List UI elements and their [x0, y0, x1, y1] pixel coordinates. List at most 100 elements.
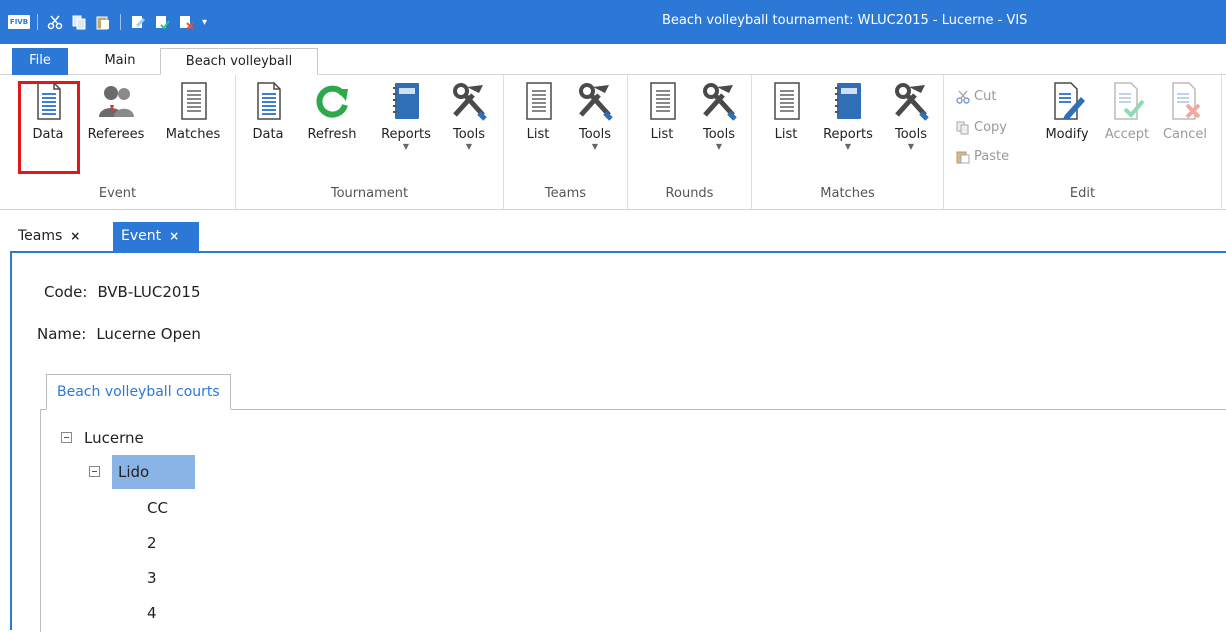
chevron-down-icon: ▼: [591, 142, 599, 151]
chevron-down-icon: ▼: [844, 142, 852, 151]
teams-tools-label: Tools: [578, 127, 612, 142]
group-rounds: List Tools ▼ Rounds: [628, 75, 752, 210]
window-title: Beach volleyball tournament: WLUC2015 - …: [662, 13, 1028, 28]
matches-reports-button[interactable]: Reports ▼: [816, 81, 880, 151]
cut-icon[interactable]: [45, 12, 65, 32]
tree-node-label: Lido: [112, 455, 196, 489]
tab-beach-volleyball-courts[interactable]: Beach volleyball courts: [46, 374, 231, 410]
name-value[interactable]: Lucerne Open: [96, 325, 201, 343]
tree-node-lido[interactable]: Lido: [89, 455, 196, 489]
cut-button[interactable]: Cut: [956, 89, 996, 104]
rounds-list-button[interactable]: List: [640, 81, 684, 143]
modify-icon: [1047, 81, 1087, 121]
modify-label: Modify: [1045, 127, 1089, 142]
data-button-highlight: [18, 81, 80, 174]
tree-node-court[interactable]: 4: [147, 596, 157, 630]
accept-icon[interactable]: [152, 12, 172, 32]
paste-label: Paste: [974, 149, 1010, 164]
tools-icon: [575, 81, 615, 121]
paste-icon: [956, 150, 970, 164]
tournament-data-button[interactable]: Data: [246, 81, 290, 143]
tree-node-label: 4: [147, 604, 157, 622]
refresh-button[interactable]: Refresh: [302, 81, 362, 143]
event-document: Code: BVB-LUC2015 Name: Lucerne Open Beach…: [10, 251, 1226, 632]
code-field: Code: BVB-LUC2015: [44, 283, 201, 301]
copy-label: Copy: [974, 120, 1007, 135]
matches-reports-label: Reports: [823, 127, 873, 142]
group-edit: Cut Copy Paste Modify Accept Cancel Edit: [944, 75, 1222, 210]
close-icon[interactable]: ×: [70, 229, 80, 243]
tree-node-court[interactable]: 3: [147, 561, 157, 595]
group-event: Data Referees Matches Event: [0, 75, 236, 210]
document-tabs: Teams × Event ×: [0, 219, 1226, 251]
referees-button[interactable]: Referees: [84, 81, 148, 143]
teams-list-button[interactable]: List: [516, 81, 560, 143]
tree-node-court[interactable]: CC: [147, 491, 168, 525]
title-bar: FIVB ▾ Beach volleyball tournament: WLUC…: [0, 0, 1226, 44]
accept-button[interactable]: Accept: [1100, 81, 1154, 143]
matches-list-button[interactable]: List: [764, 81, 808, 143]
accept-label: Accept: [1104, 127, 1150, 142]
doc-tab-teams[interactable]: Teams ×: [10, 222, 86, 251]
accept-icon: [1107, 81, 1147, 121]
tab-main[interactable]: Main: [88, 48, 152, 75]
chevron-down-icon: ▼: [465, 142, 473, 151]
tournament-reports-button[interactable]: Reports ▼: [374, 81, 438, 151]
courts-tree: Lucerne Lido CC 2 3 4: [40, 409, 1226, 632]
list-document-icon: [173, 81, 213, 121]
collapse-icon[interactable]: [61, 432, 72, 443]
tournament-tools-button[interactable]: Tools ▼: [444, 81, 494, 151]
tree-node-label: 3: [147, 569, 157, 587]
doc-tab-event[interactable]: Event ×: [113, 222, 199, 251]
doc-tab-event-label: Event: [121, 228, 162, 244]
cut-label: Cut: [974, 89, 997, 104]
cancel-button[interactable]: Cancel: [1158, 81, 1212, 143]
tab-beach-volleyball[interactable]: Beach volleyball: [160, 48, 318, 75]
rounds-tools-label: Tools: [702, 127, 736, 142]
group-label-tournament: Tournament: [330, 186, 409, 201]
matches-list-label: List: [774, 127, 798, 142]
referees-label: Referees: [87, 127, 145, 142]
event-matches-label: Matches: [165, 127, 221, 142]
paste-icon[interactable]: [93, 12, 113, 32]
code-value[interactable]: BVB-LUC2015: [97, 283, 200, 301]
ribbon-tab-row: File Main Beach volleyball: [0, 44, 1226, 75]
group-teams: List Tools ▼ Teams: [504, 75, 628, 210]
tournament-tools-label: Tools: [452, 127, 486, 142]
tools-icon: [699, 81, 739, 121]
cancel-icon: [1165, 81, 1205, 121]
reports-icon: [828, 81, 868, 121]
event-matches-button[interactable]: Matches: [160, 81, 226, 143]
group-label-event: Event: [98, 186, 137, 201]
qat-dropdown-icon[interactable]: ▾: [202, 17, 207, 28]
chevron-down-icon: ▼: [907, 142, 915, 151]
copy-icon[interactable]: [69, 12, 89, 32]
doc-tab-teams-label: Teams: [18, 228, 63, 244]
collapse-icon[interactable]: [89, 466, 100, 477]
tab-file[interactable]: File: [12, 48, 68, 75]
app-logo: FIVB: [8, 15, 30, 29]
refresh-icon: [312, 81, 352, 121]
tree-node-court[interactable]: 2: [147, 526, 157, 560]
inner-tab-strip: Beach volleyball courts: [40, 370, 1226, 410]
name-field: Name: Lucerne Open: [37, 325, 201, 343]
refresh-label: Refresh: [307, 127, 357, 142]
modify-icon[interactable]: [128, 12, 148, 32]
tree-node-lucerne[interactable]: Lucerne: [61, 421, 144, 455]
copy-button[interactable]: Copy: [956, 120, 1007, 135]
tree-node-label: CC: [147, 499, 168, 517]
cancel-icon[interactable]: [176, 12, 196, 32]
modify-button[interactable]: Modify: [1040, 81, 1094, 143]
group-label-teams: Teams: [544, 186, 587, 201]
ribbon: Data Referees Matches Event Data Refresh…: [0, 75, 1226, 210]
rounds-tools-button[interactable]: Tools ▼: [694, 81, 744, 151]
teams-tools-button[interactable]: Tools ▼: [570, 81, 620, 151]
matches-tools-button[interactable]: Tools ▼: [886, 81, 936, 151]
list-document-icon: [642, 81, 682, 121]
name-label: Name:: [37, 325, 87, 343]
rounds-list-label: List: [650, 127, 674, 142]
close-icon[interactable]: ×: [169, 229, 179, 243]
paste-button[interactable]: Paste: [956, 149, 1009, 164]
matches-tools-label: Tools: [894, 127, 928, 142]
quick-access-toolbar: FIVB ▾: [8, 12, 207, 32]
